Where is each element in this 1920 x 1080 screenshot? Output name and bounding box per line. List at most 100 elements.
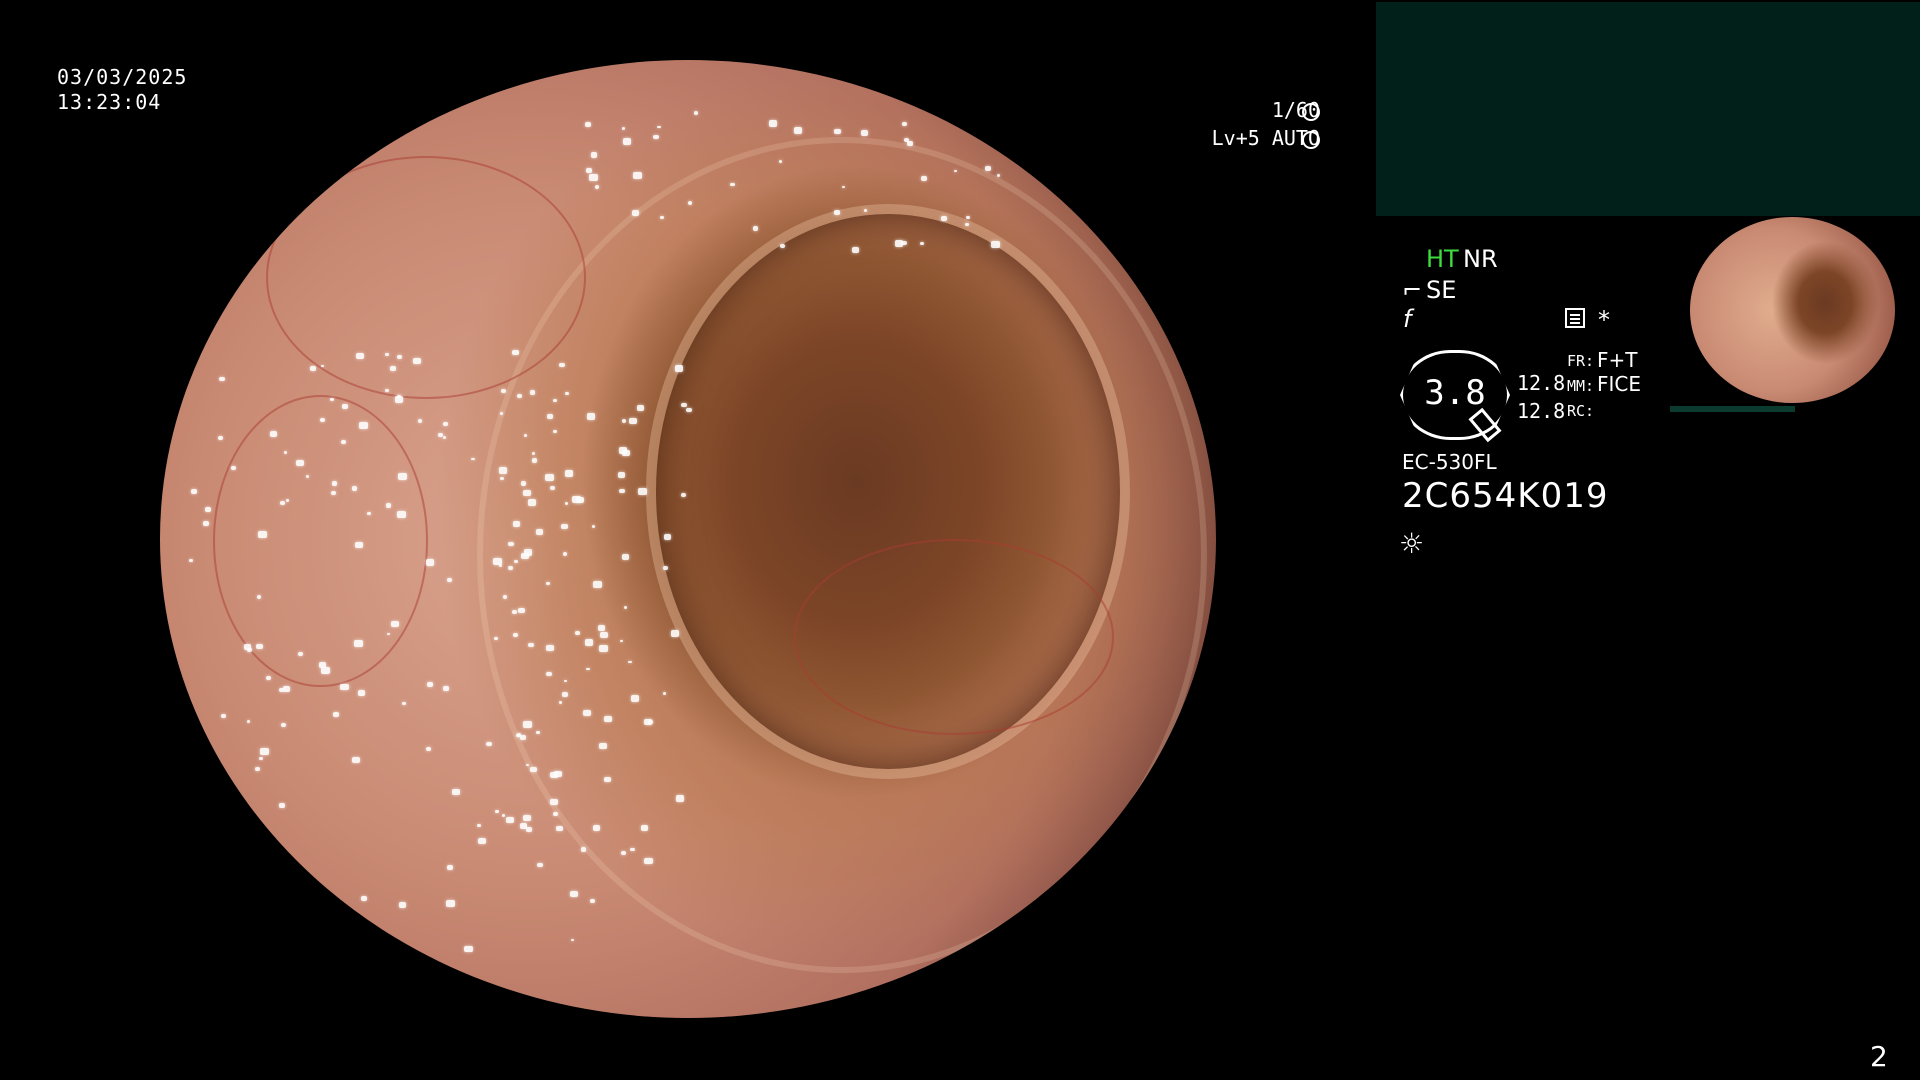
highlight-speck [588, 173, 598, 181]
highlight-speck [833, 209, 841, 215]
highlight-speck [530, 766, 537, 772]
highlight-speck [623, 138, 632, 145]
highlight-speck [851, 246, 859, 253]
highlight-speck [255, 643, 264, 650]
highlight-speck [768, 120, 778, 127]
highlight-speck [585, 167, 592, 173]
highlight-speck [574, 630, 580, 635]
highlight-speck [584, 638, 594, 646]
highlight-speck [545, 474, 554, 482]
highlight-speck [618, 446, 628, 454]
highlight-speck [657, 125, 661, 129]
highlight-speck [694, 111, 699, 115]
highlight-speck [633, 171, 643, 179]
stylus-icon: ⌐ [1402, 276, 1423, 304]
highlight-speck [447, 578, 453, 582]
highlight-speck [523, 434, 527, 437]
highlight-speck [894, 240, 904, 248]
highlight-speck [599, 631, 608, 639]
highlight-speck [190, 488, 198, 494]
highlight-speck [258, 530, 268, 538]
highlight-speck [501, 814, 506, 817]
vessel [793, 539, 1115, 735]
highlight-speck [584, 121, 592, 128]
highlight-speck [507, 541, 514, 547]
highlight-speck [593, 581, 602, 588]
highlight-speck [255, 767, 260, 771]
highlight-speck [464, 945, 473, 953]
highlight-speck [514, 559, 518, 563]
highlight-speck [385, 503, 392, 508]
highlight-speck [730, 182, 735, 187]
highlight-speck [522, 720, 532, 728]
highlight-speck [555, 825, 563, 831]
highlight-speck [589, 899, 596, 904]
highlight-speck [546, 644, 554, 652]
highlight-speck [426, 559, 435, 566]
highlight-speck [550, 799, 558, 805]
highlight-speck [590, 152, 598, 158]
highlight-speck [513, 633, 518, 637]
ht-indicator: HT [1426, 245, 1459, 273]
highlight-speck [486, 741, 492, 747]
highlight-speck [564, 470, 574, 478]
highlight-speck [985, 165, 992, 171]
highlight-speck [529, 390, 536, 395]
highlight-speck [617, 472, 626, 479]
highlight-speck [527, 642, 534, 648]
vessel [212, 395, 428, 687]
highlight-speck [549, 771, 558, 779]
highlight-speck [629, 847, 635, 852]
highlight-speck [863, 209, 867, 212]
highlight-speck [189, 559, 194, 563]
thumbnail-bar [1670, 406, 1795, 412]
highlight-speck [355, 541, 364, 549]
highlight-speck [385, 388, 389, 392]
highlight-speck [675, 365, 683, 372]
highlight-speck [919, 241, 925, 246]
highlight-speck [598, 625, 605, 631]
highlight-speck [260, 748, 269, 755]
highlight-speck [280, 722, 287, 728]
highlight-speck [270, 430, 278, 437]
highlight-speck [401, 701, 406, 706]
highlight-speck [498, 467, 508, 475]
highlight-speck [442, 686, 449, 692]
highlight-speck [552, 812, 558, 816]
highlight-speck [265, 675, 271, 680]
highlight-speck [219, 377, 225, 382]
highlight-speck [906, 141, 913, 146]
highlight-speck [282, 685, 290, 692]
highlight-speck [535, 529, 544, 536]
highlight-speck [398, 472, 407, 480]
highlight-speck [516, 393, 522, 398]
highlight-speck [629, 417, 638, 425]
highlight-speck [587, 413, 595, 420]
highlight-speck [321, 667, 330, 674]
highlight-speck [471, 457, 475, 461]
highlight-speck [340, 683, 349, 691]
light-icon: ☼ [1399, 527, 1425, 560]
highlight-speck [996, 174, 1000, 177]
highlight-speck [446, 864, 454, 871]
highlight-speck [390, 620, 399, 628]
highlight-speck [500, 476, 505, 480]
highlight-speck [833, 128, 842, 135]
highlight-speck [594, 185, 600, 189]
highlight-speck [643, 719, 652, 726]
mm-value: FICE [1597, 372, 1642, 396]
highlight-speck [359, 422, 368, 429]
highlight-speck [520, 480, 527, 486]
highlight-speck [320, 417, 326, 422]
highlight-speck [523, 814, 532, 821]
highlight-speck [553, 399, 557, 402]
f-glyph-icon: f [1403, 305, 1412, 333]
highlight-speck [499, 412, 503, 415]
highlight-speck [340, 440, 347, 445]
highlight-speck [258, 756, 264, 761]
highlight-speck [217, 435, 224, 440]
fr-value: F+T [1597, 348, 1638, 372]
highlight-speck [397, 394, 401, 398]
highlight-speck [477, 824, 481, 828]
highlight-speck [564, 391, 569, 396]
